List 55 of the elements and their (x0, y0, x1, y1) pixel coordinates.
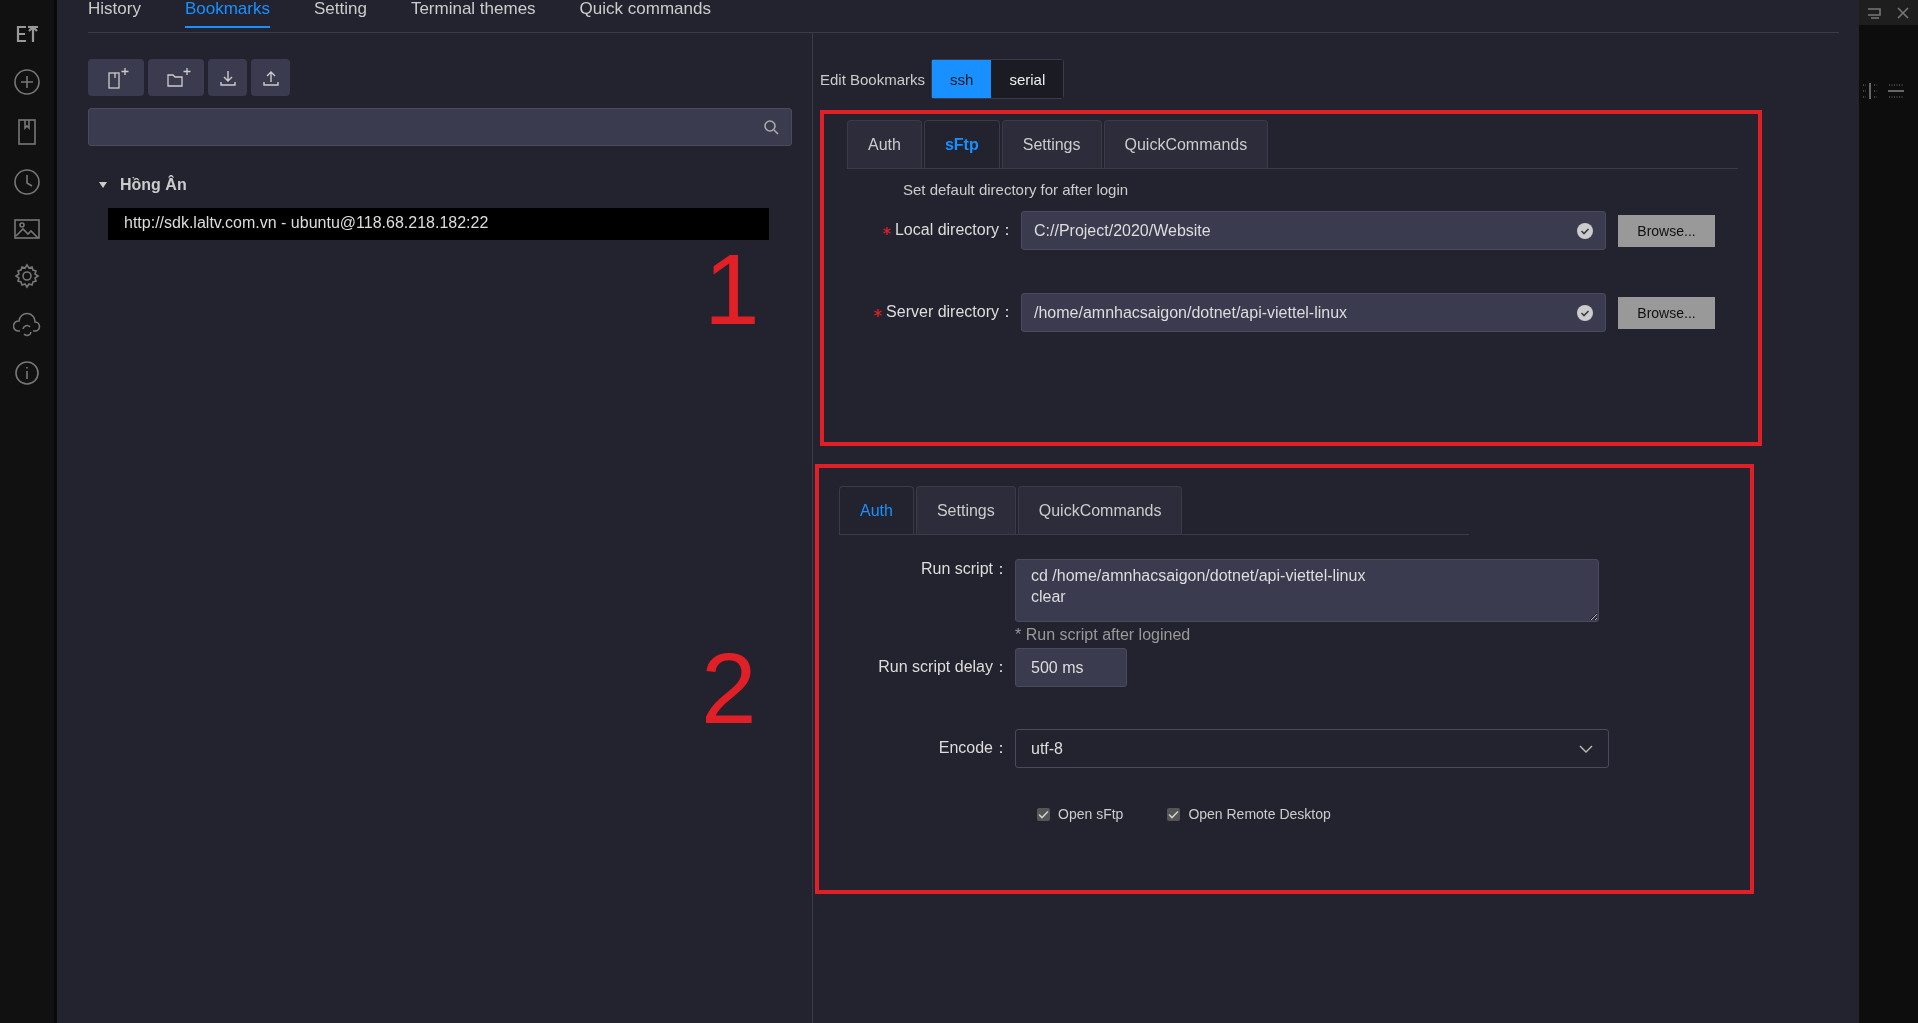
nav-tab[interactable]: Bookmarks (184, 0, 270, 28)
info-icon[interactable] (14, 360, 40, 386)
clock-icon[interactable] (13, 168, 41, 196)
bookmark-icon[interactable] (15, 118, 39, 146)
delay-field[interactable]: 500 ms (1015, 648, 1127, 687)
cloud-sync-icon[interactable] (13, 312, 41, 338)
type-toggle[interactable]: serial (991, 60, 1064, 98)
field-label: Encode： (937, 738, 1010, 758)
field-label: Local directory： (894, 221, 1015, 238)
folder-label[interactable]: Hồng Ân (120, 176, 187, 194)
hint-text: Set default directory for after login (903, 181, 1130, 198)
export-button[interactable] (251, 59, 290, 96)
hint-text: * Run script after logined (1015, 626, 1192, 644)
image-icon[interactable] (13, 218, 41, 240)
tab[interactable]: Settings (915, 486, 1016, 534)
annotation-number: 1 (704, 239, 760, 339)
checkbox[interactable]: Open sFtp (1037, 806, 1124, 822)
chevron-down-icon (1579, 744, 1593, 753)
annotation-number: 2 (701, 638, 757, 738)
check-circle-icon (1577, 222, 1593, 239)
nav-tab[interactable]: Terminal themes (410, 0, 536, 28)
tab[interactable]: QuickCommands (1017, 486, 1183, 534)
bookmark-item[interactable]: http://sdk.laltv.com.vn - ubuntu@118.68.218.182:22 (108, 208, 769, 240)
tab[interactable]: Auth (847, 120, 922, 168)
add-icon[interactable] (13, 68, 41, 96)
search-field[interactable] (88, 108, 792, 146)
import-button[interactable] (208, 59, 247, 96)
field-label: Server directory： (886, 303, 1015, 320)
new-folder-button[interactable] (148, 59, 204, 96)
directory-field[interactable]: /home/amnhacsaigon/dotnet/api-viettel-linux (1021, 293, 1606, 332)
browse-button[interactable]: Browse... (1618, 214, 1715, 247)
checkbox[interactable]: Open Remote Desktop (1167, 806, 1331, 822)
nav-tab[interactable]: Setting (313, 0, 367, 28)
split-horizontal-icon[interactable] (1887, 82, 1905, 100)
nav-tab[interactable]: History (88, 0, 141, 28)
browse-button[interactable]: Browse... (1618, 296, 1715, 329)
settings-icon[interactable] (13, 262, 41, 290)
restore-icon[interactable] (1866, 5, 1881, 20)
type-toggle[interactable]: ssh (932, 60, 992, 98)
caret-icon[interactable] (98, 181, 108, 189)
edit-bookmarks-label: Edit Bookmarks (820, 70, 926, 88)
nav-tab[interactable]: Quick commands (579, 0, 711, 28)
tab[interactable]: Settings (1001, 120, 1102, 168)
tab[interactable]: sFtp (923, 120, 1000, 168)
tab[interactable]: QuickCommands (1103, 120, 1269, 168)
field-label: Run script delay： (877, 657, 1010, 677)
tab[interactable]: Auth (839, 486, 914, 534)
encode-dropdown[interactable]: utf-8 (1015, 729, 1609, 768)
script-field[interactable]: cd /home/amnhacsaigon/dotnet/api-viettel-linux clear (1015, 559, 1599, 622)
close-icon[interactable] (1896, 5, 1911, 20)
check-circle-icon (1577, 304, 1593, 321)
field-label: Run script： (919, 559, 1010, 579)
new-bookmark-button[interactable] (88, 59, 144, 96)
search-icon (763, 119, 779, 135)
directory-field[interactable]: C://Project/2020/Website (1021, 211, 1606, 250)
